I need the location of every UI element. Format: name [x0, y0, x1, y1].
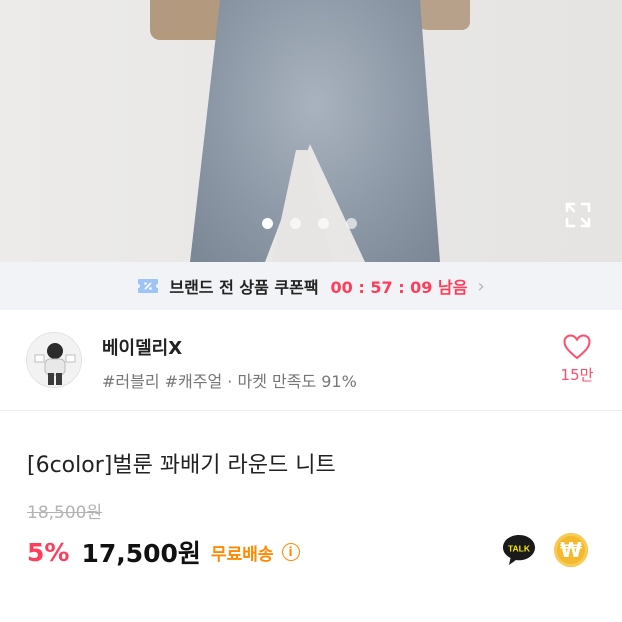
coupon-banner-text: 브랜드 전 상품 쿠폰팩 [169, 278, 319, 297]
percent-coupon-icon [138, 279, 159, 293]
coupon-pack-banner[interactable]: 브랜드 전 상품 쿠폰팩 00 : 57 : 09 남음 › [0, 262, 622, 310]
heart-icon [563, 334, 591, 360]
info-icon[interactable]: i [281, 543, 300, 561]
sale-price: 17,500원 [81, 539, 201, 568]
section-divider [0, 410, 622, 411]
price-row: 5% 17,500원 무료배송 i [27, 534, 300, 570]
expand-icon[interactable] [564, 201, 592, 229]
discount-rate: 5% [27, 537, 70, 567]
like-button[interactable]: 15만 [552, 334, 602, 385]
carousel-dot[interactable] [290, 218, 301, 229]
seller-name[interactable]: 베이델리X [102, 334, 182, 360]
product-title: [6color]벌룬 꽈배기 라운드 니트 [27, 453, 336, 478]
carousel-dot[interactable] [262, 218, 273, 229]
like-count: 15만 [560, 366, 594, 384]
carousel-indicator [262, 218, 357, 229]
seller-row[interactable]: 베이델리X #러블리 #캐주얼 · 마켓 만족도 91% 15만 [0, 310, 622, 410]
seller-avatar-image [27, 333, 81, 387]
won-coin-icon[interactable]: ₩ [554, 533, 588, 567]
coupon-countdown: 00 : 57 : 09 남음 [330, 278, 468, 297]
seller-avatar[interactable] [26, 332, 82, 388]
carousel-dot[interactable] [346, 218, 357, 229]
seller-tags: #러블리 #캐주얼 · 마켓 만족도 91% [102, 372, 357, 391]
kakao-talk-icon[interactable]: TALK [501, 533, 537, 567]
kakao-talk-label: TALK [508, 544, 531, 554]
chevron-right-icon: › [477, 275, 485, 297]
free-shipping-label: 무료배송 [210, 544, 274, 565]
product-image-carousel[interactable] [0, 0, 622, 262]
carousel-dot[interactable] [318, 218, 329, 229]
original-price: 18,500원 [27, 503, 103, 523]
